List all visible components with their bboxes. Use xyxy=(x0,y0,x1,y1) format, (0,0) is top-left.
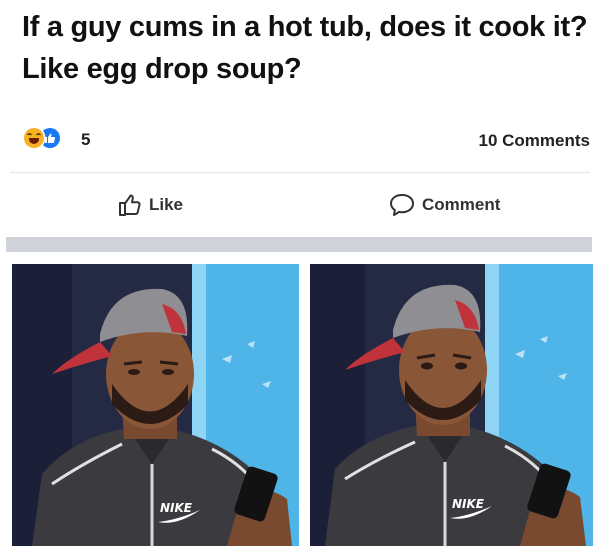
divider xyxy=(10,172,590,173)
separator-band xyxy=(6,237,592,252)
reactions-summary[interactable]: 5 10 Comments xyxy=(24,128,590,156)
comment-label: Comment xyxy=(422,195,501,214)
haha-emoji-icon xyxy=(24,128,44,148)
comment-count-link[interactable]: 10 Comments xyxy=(479,131,590,151)
reaction-icons[interactable] xyxy=(24,128,60,148)
nike-logo-text: NIKE xyxy=(452,497,485,511)
meme-photo-right: NIKE xyxy=(310,264,593,546)
post-text: If a guy cums in a hot tub, does it cook… xyxy=(22,11,588,85)
comment-button[interactable]: Comment xyxy=(388,192,500,218)
reaction-count[interactable]: 5 xyxy=(81,130,90,150)
speech-bubble-icon xyxy=(390,194,414,216)
meme-photo-left: NIKE xyxy=(12,264,299,546)
facebook-post: If a guy cums in a hot tub, does it cook… xyxy=(0,0,598,551)
like-label: Like xyxy=(149,195,184,214)
post-actions: Like Comment xyxy=(0,186,598,230)
like-button[interactable]: Like xyxy=(117,192,183,218)
nike-logo-text: NIKE xyxy=(160,501,193,515)
thumbs-up-icon xyxy=(119,194,141,216)
